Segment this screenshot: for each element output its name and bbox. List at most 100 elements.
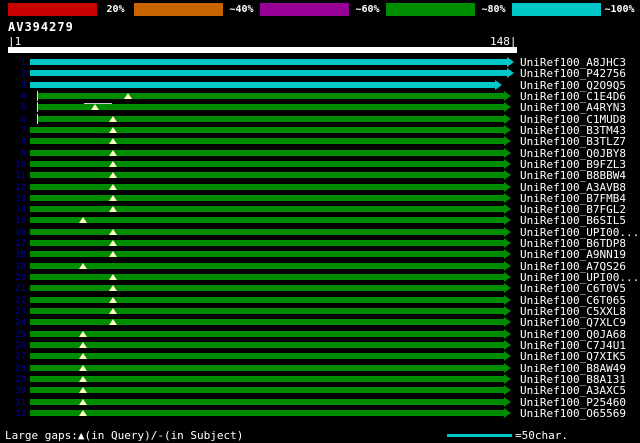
alignment-arrowhead[interactable] [504,215,511,225]
alignment-arrowhead[interactable] [504,306,511,316]
alignment-arrowhead[interactable] [504,295,511,305]
hit-number: 10 [2,160,26,170]
alignment-bar[interactable] [30,251,504,257]
hit-label[interactable]: UniRef100_Q7XLC9 [520,317,626,328]
alignment-arrowhead[interactable] [504,283,511,293]
alignment-arrowhead[interactable] [504,148,511,158]
alignment-bar[interactable] [30,376,504,382]
alignment-bar[interactable] [30,319,504,325]
alignment-start-tick [37,114,38,124]
hit-label[interactable]: UniRef100_B6SIL5 [520,215,626,226]
alignment-bar[interactable] [30,70,507,76]
alignment-arrowhead[interactable] [495,80,502,90]
query-gap-triangle-icon [79,353,87,359]
alignment-bar[interactable] [30,127,504,133]
alignment-arrowhead[interactable] [504,182,511,192]
hit-number: 12 [2,183,26,193]
query-gap-triangle-icon [79,376,87,382]
alignment-arrowhead[interactable] [504,317,511,327]
alignment-bar[interactable] [30,82,495,88]
alignment-bar[interactable] [30,184,504,190]
alignment-bar[interactable] [30,172,504,178]
query-gap-triangle-icon [79,399,87,405]
alignment-bar[interactable] [30,399,504,405]
alignment-arrowhead[interactable] [504,204,511,214]
alignment-bar[interactable] [30,229,504,235]
alignment-arrowhead[interactable] [504,238,511,248]
alignment-bar[interactable] [30,342,504,348]
query-gap-triangle-icon [109,116,117,122]
alignment-bar[interactable] [30,240,504,246]
hit-label[interactable]: UniRef100_A9NN19 [520,249,626,260]
alignment-arrowhead[interactable] [504,159,511,169]
alignment-arrowhead[interactable] [504,340,511,350]
alignment-bar[interactable] [30,161,504,167]
alignment-arrowhead[interactable] [504,351,511,361]
alignment-bar[interactable] [30,365,504,371]
hit-label[interactable]: UniRef100_O65569 [520,408,626,419]
alignment-bar[interactable] [30,331,504,337]
alignment-arrowhead[interactable] [504,272,511,282]
alignment-bar[interactable] [30,308,504,314]
alignment-arrowhead[interactable] [504,91,511,101]
query-gap-triangle-icon [109,229,117,235]
hit-label[interactable]: UniRef100_Q7XIK5 [520,351,626,362]
hit-number: 3 [2,81,26,91]
alignment-arrowhead[interactable] [504,329,511,339]
query-gap-triangle-icon [109,319,117,325]
hit-row: 27 UniRef100_Q7XIK5 [0,351,640,362]
query-gap-triangle-icon [124,93,132,99]
alignment-arrowhead[interactable] [504,385,511,395]
alignment-arrowhead[interactable] [504,102,511,112]
hit-number: 17 [2,239,26,249]
alignment-arrowhead[interactable] [504,125,511,135]
alignment-bar[interactable] [30,59,507,65]
alignment-bar[interactable] [30,217,504,223]
alignment-bar[interactable] [38,104,504,110]
alignment-arrowhead[interactable] [507,57,514,67]
alignment-arrowhead[interactable] [504,114,511,124]
alignment-bar[interactable] [30,297,504,303]
alignment-arrowhead[interactable] [504,227,511,237]
alignment-bar[interactable] [30,195,504,201]
alignment-arrowhead[interactable] [504,397,511,407]
hit-number: 14 [2,205,26,215]
hit-label[interactable]: UniRef100_C6T0V5 [520,283,626,294]
hit-number: 9 [2,149,26,159]
alignment-bar[interactable] [30,263,504,269]
alignment-arrowhead[interactable] [504,193,511,203]
hit-label[interactable]: UniRef100_B8BBW4 [520,170,626,181]
hit-label[interactable]: UniRef100_A3AXC5 [520,385,626,396]
alignment-arrowhead[interactable] [507,68,514,78]
alignment-bar[interactable] [30,206,504,212]
alignment-bar[interactable] [30,150,504,156]
alignment-bar[interactable] [38,116,504,122]
hit-row: 2UniRef100_P42756 [0,68,640,79]
hit-row: 30UniRef100_A3AXC5 [0,385,640,396]
alignment-arrowhead[interactable] [504,408,511,418]
alignment-bar[interactable] [30,353,504,359]
hit-number: 16 [2,228,26,238]
alignment-bar[interactable] [30,274,504,280]
alignment-arrowhead[interactable] [504,363,511,373]
hit-number: 29 [2,375,26,385]
hit-label[interactable]: UniRef100_P42756 [520,68,626,79]
alignment-arrowhead[interactable] [504,374,511,384]
alignment-arrowhead[interactable] [504,249,511,259]
hit-row: 15UniRef100_B6SIL5 [0,215,640,226]
query-gap-triangle-icon [109,285,117,291]
alignment-bar[interactable] [30,138,504,144]
hit-label[interactable]: UniRef100_A4RYN3 [520,102,626,113]
alignment-arrowhead[interactable] [504,136,511,146]
hit-number: 23 [2,307,26,317]
alignment-bar[interactable] [30,387,504,393]
hit-label[interactable]: UniRef100_B3TLZ7 [520,136,626,147]
alignment-bar[interactable] [30,285,504,291]
query-gap-triangle-icon [109,297,117,303]
alignment-arrowhead[interactable] [504,261,511,271]
alignment-arrowhead[interactable] [504,170,511,180]
hit-number: 27 [2,352,26,362]
alignment-bar[interactable] [38,93,504,99]
alignment-bar[interactable] [30,410,504,416]
query-gap-triangle-icon [109,251,117,257]
